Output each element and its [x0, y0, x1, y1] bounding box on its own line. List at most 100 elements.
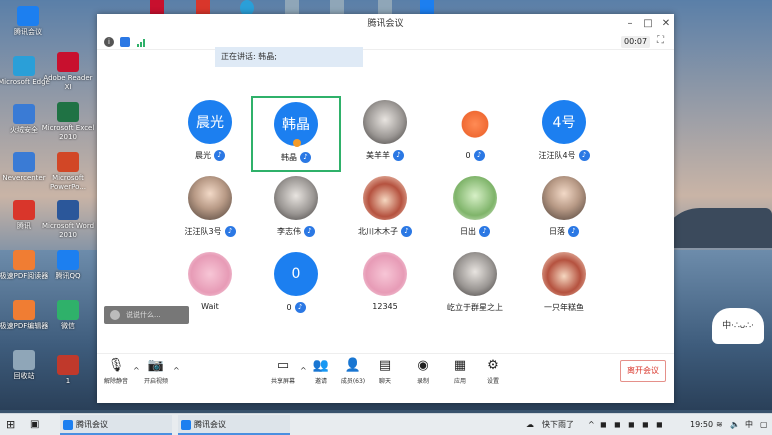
- desktop-icon-file-1[interactable]: 1: [40, 355, 96, 386]
- participant-name: 汪汪队4号: [538, 151, 576, 160]
- volume-icon[interactable]: 🔈: [730, 416, 740, 434]
- excel-icon: [57, 102, 79, 122]
- avatar: [188, 252, 232, 296]
- avatar: [542, 252, 586, 296]
- desktop-icon-word[interactable]: Microsoft Word 2010: [40, 200, 96, 240]
- desktop-icon-adobe-reader[interactable]: Adobe Reader XI: [40, 52, 96, 92]
- window-titlebar[interactable]: 腾讯会议 – □ ✕: [97, 14, 674, 34]
- participant-tile[interactable]: 日出 ♪: [430, 172, 520, 248]
- microphone-icon: ♪: [300, 152, 311, 163]
- weather-text[interactable]: 快下雨了: [542, 416, 574, 434]
- powerpoint-icon: [57, 152, 79, 172]
- network-icon[interactable]: ≋: [716, 416, 723, 434]
- minimize-button[interactable]: –: [621, 14, 639, 34]
- members-button[interactable]: 👤 成员(63): [338, 358, 368, 385]
- microphone-icon: ♪: [224, 226, 236, 237]
- invite-button[interactable]: 👥 邀请: [306, 358, 336, 385]
- participant-tile[interactable]: 李志伟 ♪: [251, 172, 341, 248]
- avatar: [363, 176, 407, 220]
- desktop-icon-wechat[interactable]: 微信: [40, 300, 96, 331]
- input-method-icon[interactable]: 中: [745, 416, 753, 434]
- participant-tile[interactable]: 北川木木子 ♪: [340, 172, 430, 248]
- maximize-button[interactable]: □: [639, 14, 657, 34]
- gear-icon: ⚙: [487, 358, 499, 373]
- taskbar: ⊞ ▣ 腾讯会议 腾讯会议 ☁ 快下雨了 ^ ◼ ◼ ◼ ◼ ◼ 19:50 ≋…: [0, 413, 772, 435]
- participant-tile[interactable]: 0 0 ♪: [251, 248, 341, 324]
- participant-name: 12345: [372, 302, 398, 311]
- edge-icon: [13, 56, 35, 76]
- microphone-icon: ♪: [578, 150, 590, 161]
- participant-tile[interactable]: 12345: [340, 248, 430, 324]
- desktop-icon-tencent-meeting[interactable]: 腾讯会议: [0, 6, 56, 37]
- close-button[interactable]: ✕: [657, 14, 675, 34]
- wallpaper-hill: [660, 208, 772, 248]
- avatar: 4号: [542, 100, 586, 144]
- chat-input-float[interactable]: 说说什么...: [104, 306, 189, 324]
- leave-meeting-button[interactable]: 离开会议: [620, 360, 666, 382]
- participant-name: Wait: [201, 302, 219, 311]
- microphone-icon: ♪: [473, 150, 485, 161]
- participant-tile[interactable]: 晨光 晨光 ♪: [165, 96, 255, 172]
- fullscreen-icon[interactable]: ⛶: [657, 35, 664, 46]
- participant-name: 李志伟: [277, 227, 301, 236]
- participant-name: 日落: [549, 227, 565, 236]
- recycle-bin-icon: [13, 350, 35, 370]
- participant-tile[interactable]: 美羊羊 ♪: [340, 96, 430, 172]
- tray-app-icon[interactable]: ◼: [600, 416, 607, 434]
- taskbar-app-tencent-meeting[interactable]: 腾讯会议: [178, 415, 290, 435]
- chevron-up-icon[interactable]: ^: [133, 366, 140, 375]
- participant-tile[interactable]: 一只年糕鱼: [519, 248, 609, 324]
- desktop-icon-qq[interactable]: 腾讯QQ: [40, 250, 96, 281]
- microphone-icon: ♪: [393, 150, 404, 161]
- participant-tile[interactable]: 汪汪队3号 ♪: [165, 172, 255, 248]
- microphone-icon: ♪: [401, 226, 412, 237]
- settings-button[interactable]: ⚙ 设置: [478, 358, 508, 385]
- share-screen-button[interactable]: ▭ 共享屏幕: [268, 358, 298, 385]
- clock[interactable]: 19:50: [690, 416, 713, 434]
- info-icon[interactable]: i: [104, 37, 114, 47]
- desktop-icon-excel[interactable]: Microsoft Excel 2010: [40, 102, 96, 142]
- wechat-icon: [57, 300, 79, 320]
- tray-app-icon[interactable]: ◼: [656, 416, 663, 434]
- participant-name: 0: [465, 151, 471, 160]
- participant-tile[interactable]: 日落 ♪: [519, 172, 609, 248]
- participant-name: 日出: [460, 227, 476, 236]
- participant-tile[interactable]: 4号 汪汪队4号 ♪: [519, 96, 609, 172]
- chat-button[interactable]: ▤ 聊天: [370, 358, 400, 385]
- apps-button[interactable]: ▦ 应用: [445, 358, 475, 385]
- tencent-icon: [13, 200, 35, 220]
- tray-app-icon[interactable]: ◼: [642, 416, 649, 434]
- avatar: [453, 176, 497, 220]
- microphone-off-icon: 🎙: [107, 358, 125, 373]
- chevron-up-icon[interactable]: ^: [173, 366, 180, 375]
- screen-share-icon: ▭: [276, 358, 290, 373]
- participant-name: 韩晶: [281, 153, 297, 162]
- participant-name: 晨光: [195, 151, 211, 160]
- taskbar-app-tencent-meeting[interactable]: 腾讯会议: [60, 415, 172, 435]
- camera-off-icon: 📷: [147, 358, 165, 373]
- huorong-icon: [13, 104, 35, 124]
- unmute-button[interactable]: 🎙 解除静音: [101, 358, 131, 385]
- windows-start-icon[interactable]: ⊞: [6, 416, 15, 434]
- participant-tile[interactable]: 屹立于群星之上: [430, 248, 520, 324]
- pdf-editor-icon: [13, 300, 35, 320]
- record-button[interactable]: ◉ 录制: [408, 358, 438, 385]
- word-icon: [57, 200, 79, 220]
- participant-tile[interactable]: 0 ♪: [430, 96, 520, 172]
- desktop-icon-powerpoint[interactable]: Microsoft PowerPo...: [40, 152, 96, 192]
- nevercenter-icon: [13, 152, 35, 172]
- participant-tile-active-speaker[interactable]: 韩晶 韩晶 ♪: [251, 96, 341, 172]
- tray-app-icon[interactable]: ◼: [628, 416, 635, 434]
- avatar: [453, 100, 497, 144]
- microphone-icon: ♪: [304, 226, 315, 237]
- notification-icon[interactable]: ▢: [760, 416, 768, 434]
- avatar: [363, 100, 407, 144]
- shield-icon[interactable]: [120, 37, 130, 47]
- desktop-sticker: 中·∴ᴗ∴·: [712, 308, 764, 344]
- participant-name: 北川木木子: [358, 227, 398, 236]
- meeting-info-bar: i 00:07 ⛶: [97, 34, 674, 50]
- tray-chevron-icon[interactable]: ^: [588, 416, 595, 434]
- tray-app-icon[interactable]: ◼: [614, 416, 621, 434]
- start-video-button[interactable]: 📷 开启视频: [141, 358, 171, 385]
- task-view-icon[interactable]: ▣: [30, 416, 39, 434]
